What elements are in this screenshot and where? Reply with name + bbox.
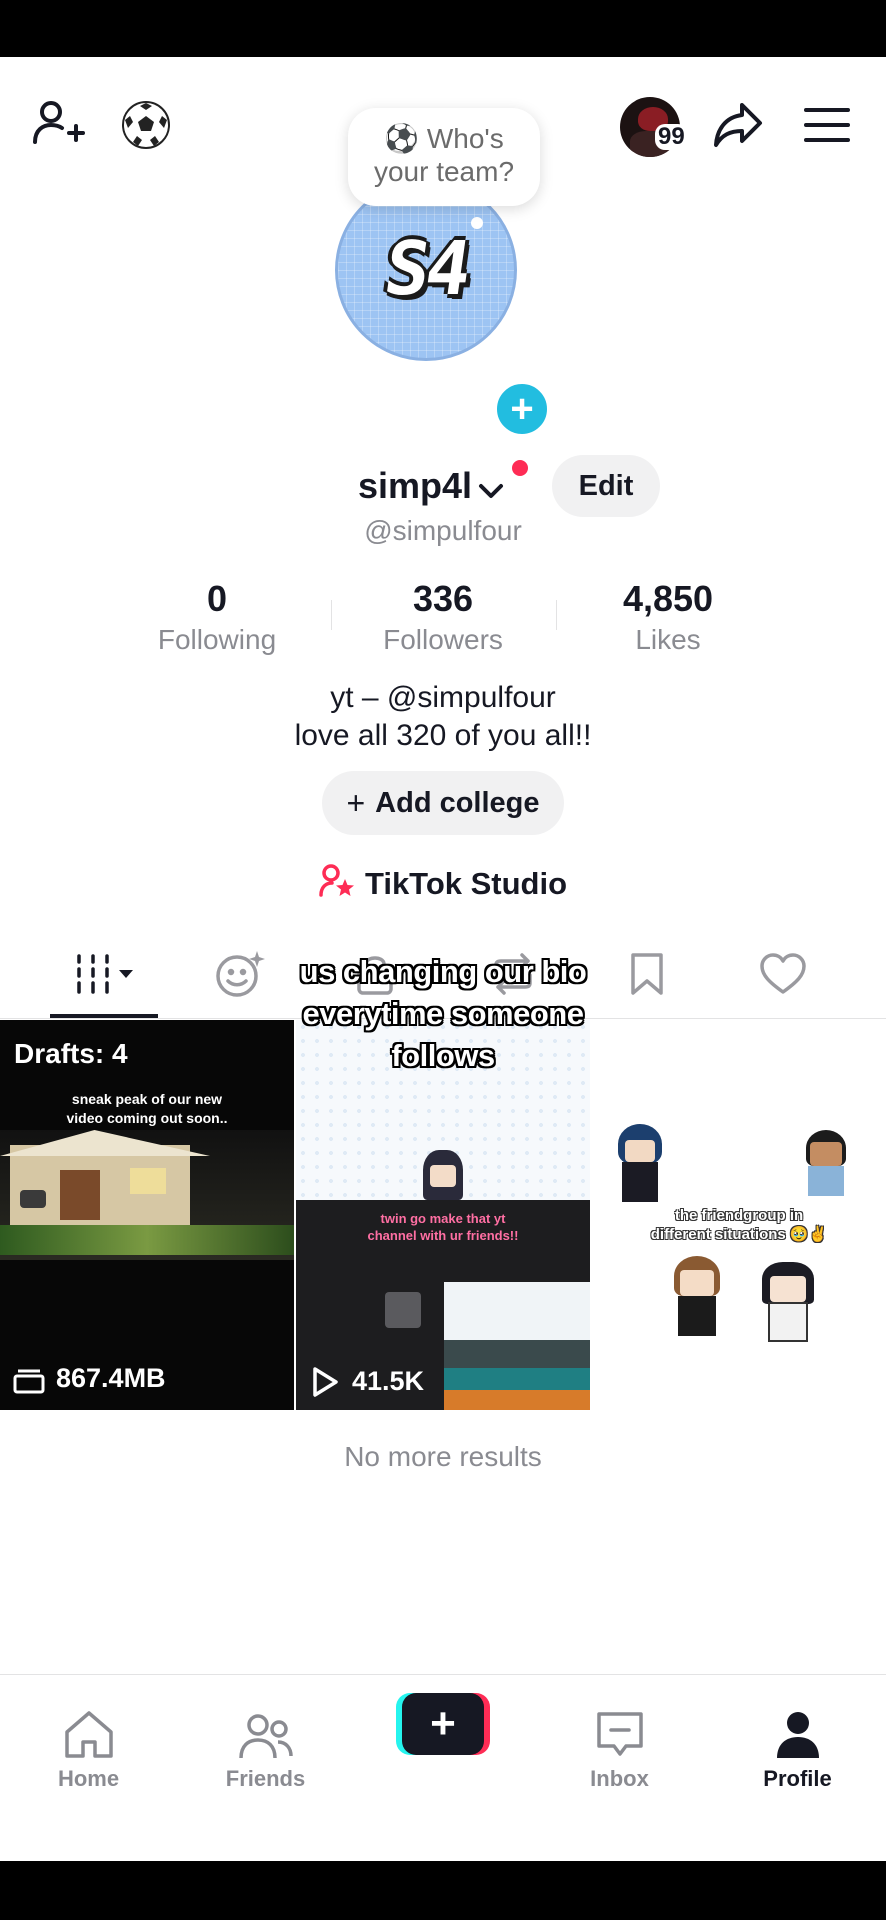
stat-divider xyxy=(331,600,332,630)
chevron-down-icon[interactable] xyxy=(478,467,504,509)
stat-likes[interactable]: 4,850 Likes xyxy=(558,577,778,659)
stat-followers[interactable]: 336 Followers xyxy=(333,577,553,659)
bubble-line-2: your team? xyxy=(373,156,515,187)
system-nav-bar xyxy=(0,1861,886,1920)
video2-views: 41.5K xyxy=(352,1366,425,1396)
soccer-ball-icon[interactable] xyxy=(118,97,174,153)
profile-bio: yt – @simpulfour love all 320 of you all… xyxy=(0,679,886,755)
studio-person-star-icon xyxy=(319,863,355,905)
nav-home-label: Home xyxy=(57,1766,120,1791)
stat-following-label: Following xyxy=(157,624,277,655)
video3-caption-line-1: the friendgroup in xyxy=(674,1207,804,1224)
profile-icon xyxy=(776,1712,819,1758)
profile-avatar[interactable]: S4 xyxy=(335,179,517,361)
nav-profile[interactable]: Profile xyxy=(709,1675,886,1800)
nav-friends[interactable]: Friends xyxy=(177,1675,354,1800)
plus-icon: + xyxy=(402,1693,484,1755)
add-friend-icon[interactable] xyxy=(30,96,86,152)
video-tile-2[interactable]: twin go make that yt channel with ur fri… xyxy=(296,1020,590,1410)
unread-dot xyxy=(512,460,528,476)
nav-profile-label: Profile xyxy=(763,1766,832,1791)
bubble-tail xyxy=(471,217,483,229)
team-bubble[interactable]: ⚽ Who's your team? xyxy=(348,108,540,206)
share-icon[interactable] xyxy=(710,97,766,153)
video-tile-3[interactable]: the friendgroup in different situations … xyxy=(592,1020,886,1410)
status-bar xyxy=(0,0,886,57)
add-college-label: Add college xyxy=(375,786,540,819)
add-story-plus-icon[interactable]: + xyxy=(492,379,552,439)
bio-line-2: love all 320 of you all!! xyxy=(294,719,592,752)
draft-size: 867.4MB xyxy=(56,1363,166,1393)
stat-followers-value: 336 xyxy=(412,578,474,619)
draft-caption: sneak peak of our new video coming out s… xyxy=(0,1090,294,1128)
avatar-text: S4 xyxy=(379,226,473,312)
video3-caption: the friendgroup in different situations … xyxy=(592,1206,886,1244)
stat-likes-value: 4,850 xyxy=(622,578,714,619)
draft-caption-line-2: video coming out soon.. xyxy=(66,1110,228,1126)
caption-line-2: everytime someone xyxy=(302,996,584,1031)
drafts-tile[interactable]: Drafts: 4 sneak peak of our new video co… xyxy=(0,1020,294,1410)
username-text: simp4l xyxy=(358,465,473,506)
stat-divider xyxy=(556,600,557,630)
inbox-icon xyxy=(596,1712,643,1756)
stat-following-value: 0 xyxy=(206,578,228,619)
profile-screen: 99 S4 ⚽ Who's your team? + simp4l Edit @… xyxy=(0,57,886,1861)
video-overlay-caption: us changing our bio everytime someone fo… xyxy=(0,951,886,1077)
edit-profile-button[interactable]: Edit xyxy=(552,455,660,517)
stat-following[interactable]: 0 Following xyxy=(107,577,327,659)
video3-caption-line-2: different situations 🥹✌️ xyxy=(650,1226,828,1243)
create-button[interactable]: + xyxy=(396,1693,490,1755)
bio-line-1: yt – @simpulfour xyxy=(330,681,556,714)
play-icon xyxy=(310,1366,340,1403)
bubble-line-1: ⚽ Who's xyxy=(384,123,504,154)
nav-friends-label: Friends xyxy=(225,1766,306,1791)
draft-caption-line-1: sneak peak of our new xyxy=(71,1091,223,1107)
no-more-results: No more results xyxy=(344,1441,542,1472)
notification-count-badge: 99 xyxy=(655,124,688,150)
caption-line-3: follows xyxy=(391,1038,495,1073)
nav-home[interactable]: Home xyxy=(0,1675,177,1800)
menu-icon[interactable] xyxy=(800,99,854,151)
caption-line-1: us changing our bio xyxy=(299,954,587,989)
nav-inbox[interactable]: Inbox xyxy=(531,1675,708,1800)
username[interactable]: simp4l xyxy=(358,465,504,509)
friends-icon xyxy=(238,1714,293,1759)
home-icon xyxy=(64,1711,113,1758)
video2-caption: twin go make that yt channel with ur fri… xyxy=(296,1210,590,1244)
studio-label: TikTok Studio xyxy=(364,866,568,901)
storage-icon xyxy=(13,1368,45,1399)
plus-icon: + xyxy=(346,785,366,821)
profile-handle: @simpulfour xyxy=(364,515,522,546)
tiktok-studio-link[interactable]: TikTok Studio xyxy=(0,863,886,905)
stat-followers-label: Followers xyxy=(383,624,503,655)
nav-inbox-label: Inbox xyxy=(590,1766,649,1791)
add-college-button[interactable]: + Add college xyxy=(322,771,564,835)
video2-caption-line-1: twin go make that yt xyxy=(380,1211,506,1226)
video2-caption-line-2: channel with ur friends!! xyxy=(367,1228,519,1243)
stat-likes-label: Likes xyxy=(635,624,701,655)
